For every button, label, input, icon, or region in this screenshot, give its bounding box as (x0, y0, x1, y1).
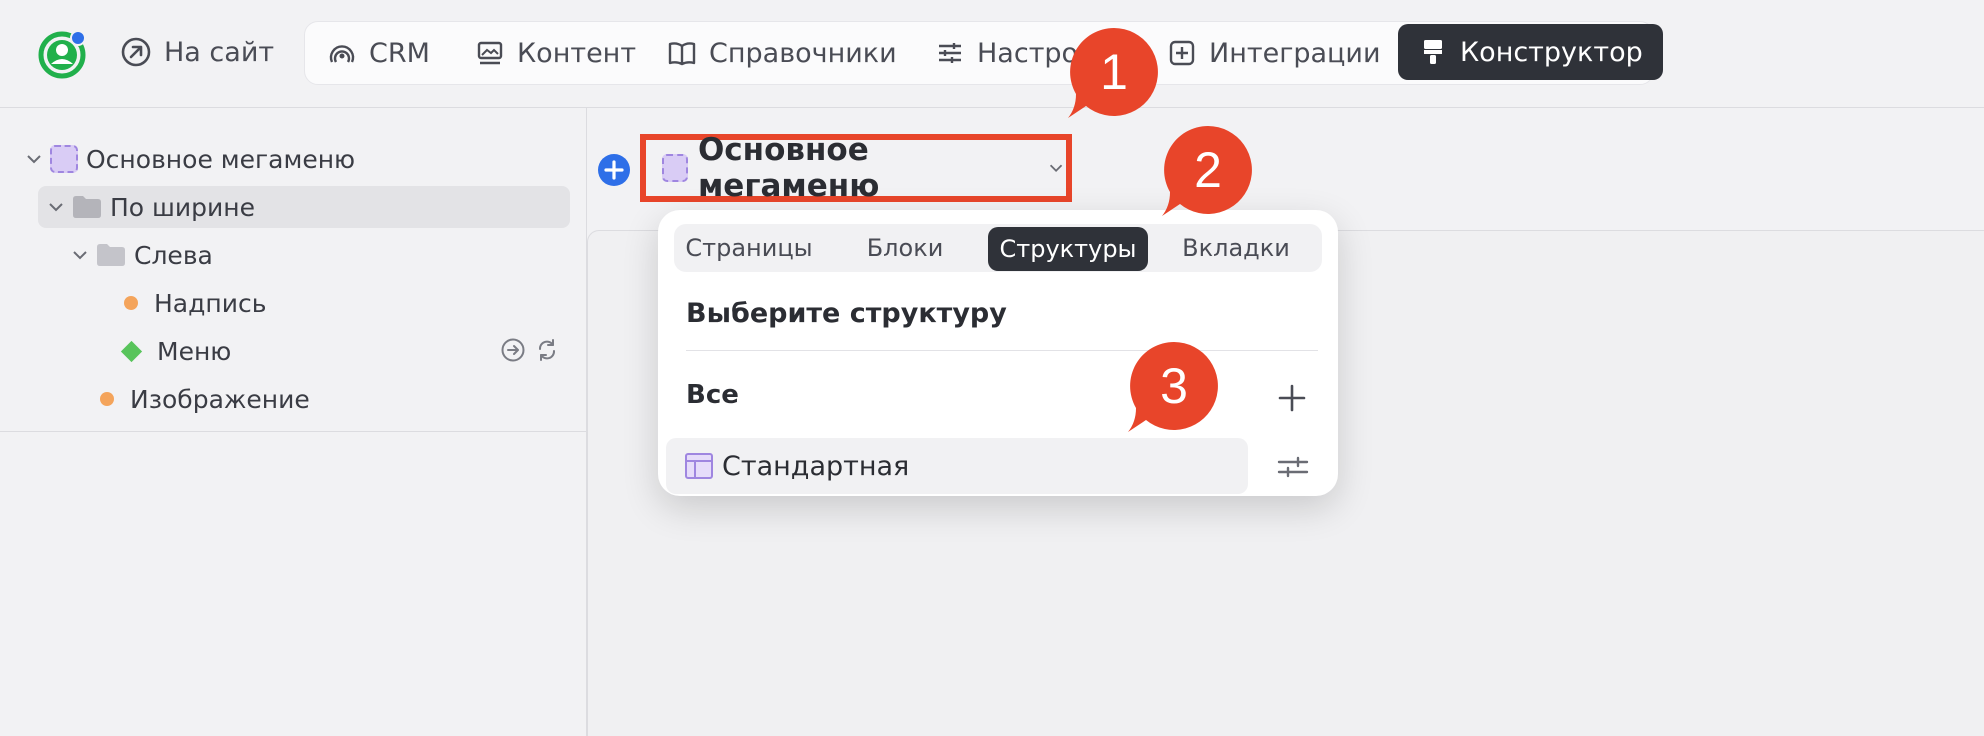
tab-structures[interactable]: Структуры (988, 227, 1148, 271)
add-structure-icon[interactable] (1276, 382, 1308, 414)
nav-crm[interactable]: CRM (327, 22, 430, 84)
book-icon (668, 42, 696, 66)
folder-icon (73, 196, 101, 218)
sync-icon[interactable] (534, 337, 560, 363)
tree-item-label: По ширине (110, 192, 256, 222)
nav-settings-label: Настро (977, 37, 1079, 69)
nav-content-label: Контент (517, 37, 637, 69)
nav-crm-label: CRM (369, 37, 430, 69)
tab-structures-label: Структуры (999, 235, 1137, 263)
callout-number: 1 (1100, 44, 1128, 100)
component-diamond-icon (120, 340, 143, 362)
tab-blocks-label: Блоки (866, 234, 944, 262)
tab-pages-label: Страницы (685, 234, 813, 262)
chevron-down-icon[interactable] (46, 197, 66, 217)
tree-item-full-width[interactable]: По ширине (38, 186, 570, 228)
folder-icon (97, 244, 125, 266)
structure-item-standard[interactable]: Стандартная (666, 438, 1248, 494)
to-site-label: На сайт (164, 36, 275, 68)
tree-item-label: Меню (157, 336, 232, 366)
callout-1: 1 (1066, 24, 1162, 120)
layout-icon (685, 453, 713, 479)
nav-constructor[interactable]: Конструктор (1398, 24, 1663, 80)
callout-2: 2 (1160, 122, 1256, 218)
megamenu-icon (662, 154, 688, 182)
nav-settings[interactable]: Настро (935, 22, 1078, 84)
content-icon (477, 41, 503, 65)
chevron-down-icon[interactable] (24, 149, 44, 169)
chevron-down-icon (1049, 164, 1063, 173)
nav-integrations-label: Интеграции (1209, 37, 1381, 69)
nav-constructor-label: Конструктор (1460, 36, 1643, 68)
plus-square-icon (1169, 40, 1195, 66)
element-dot-icon (124, 296, 138, 310)
tree-item-label: Изображение (130, 384, 310, 414)
tree-item-main-megamenu[interactable]: Основное мегаменю (24, 138, 355, 180)
tab-tabs[interactable]: Вкладки (1156, 224, 1316, 272)
plus-icon (604, 160, 624, 180)
structure-picker-popup: Страницы Блоки Структуры Вкладки Выберит… (658, 210, 1338, 496)
tree-item-label: Основное мегаменю (86, 144, 356, 174)
megamenu-selector-label: Основное мегаменю (697, 132, 880, 204)
nav-directories-label: Справочники (709, 37, 897, 69)
tab-tabs-label: Вкладки (1182, 234, 1290, 262)
element-dot-icon (100, 392, 114, 406)
structure-item-label: Стандартная (722, 450, 910, 482)
tree-item-image[interactable]: Изображение (100, 378, 310, 420)
menu-row-actions (500, 337, 560, 363)
brush-icon (1424, 40, 1442, 64)
section-all-label: Все (686, 380, 739, 410)
nav-content[interactable]: Контент (475, 22, 636, 84)
main-navigation: CRM Контент Справочники Настро Интеграци… (304, 21, 1663, 85)
go-to-icon[interactable] (500, 337, 526, 363)
megamenu-icon (50, 145, 78, 173)
callout-3: 3 (1126, 338, 1222, 434)
tab-blocks[interactable]: Блоки (830, 224, 980, 272)
sliders-icon[interactable] (1276, 452, 1310, 482)
popup-tabs: Страницы Блоки Структуры Вкладки (674, 224, 1322, 272)
tree-item-menu[interactable]: Меню (120, 330, 232, 372)
logo-icon[interactable] (36, 28, 88, 80)
to-site-link[interactable]: На сайт (120, 32, 274, 72)
megamenu-selector[interactable]: Основное мегаменю (640, 132, 1072, 204)
chevron-down-icon[interactable] (70, 245, 90, 265)
callout-number: 2 (1194, 142, 1222, 198)
nav-directories[interactable]: Справочники (667, 22, 897, 84)
tree-item-left[interactable]: Слева (70, 234, 213, 276)
tree-item-label: Слева (134, 240, 213, 270)
nav-integrations[interactable]: Интеграции (1167, 22, 1381, 84)
popup-title: Выберите структуру (686, 298, 1007, 329)
tree-item-caption[interactable]: Надпись (124, 282, 266, 324)
crm-icon (329, 45, 355, 63)
callout-number: 3 (1160, 358, 1188, 414)
tab-pages[interactable]: Страницы (674, 224, 824, 272)
sliders-icon (939, 43, 961, 63)
top-bar: На сайт CRM Контент Справочники Настро И… (0, 0, 1984, 108)
external-arrow-icon (121, 37, 151, 67)
add-button[interactable] (598, 154, 630, 186)
tree-item-label: Надпись (154, 288, 267, 318)
popup-divider (686, 350, 1318, 351)
tree-rows: Основное мегаменю По ширине Слева Надпис… (0, 108, 586, 432)
